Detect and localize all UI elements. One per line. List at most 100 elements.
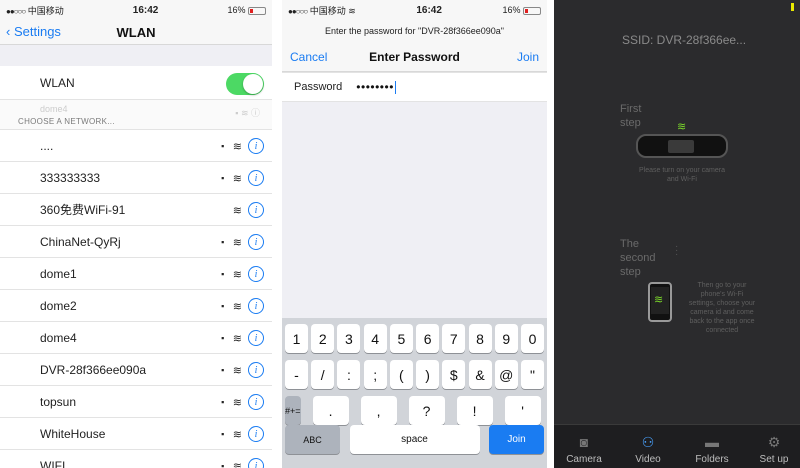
- network-row[interactable]: WhiteHouse ▪ ≋ i: [0, 418, 272, 450]
- lock-icon: ▪: [221, 141, 225, 151]
- tab-label: Camera: [566, 454, 602, 465]
- key-punctuation[interactable]: ': [504, 396, 541, 425]
- wifi-icon: ≋: [232, 428, 242, 441]
- network-row[interactable]: 360免费WiFi-91 ≋ i: [0, 194, 272, 226]
- info-icon[interactable]: i: [248, 170, 264, 186]
- network-icons: ▪ ≋ i: [219, 138, 264, 154]
- key-digit[interactable]: 5: [389, 324, 413, 353]
- network-icons: ▪ ≋ i: [219, 234, 264, 250]
- key-digit[interactable]: 6: [416, 324, 440, 353]
- key-symbol[interactable]: :: [337, 360, 361, 389]
- wlan-label: WLAN: [40, 75, 75, 90]
- page-title: WLAN: [116, 25, 156, 40]
- connected-network-icons: ▪ ≋ ⓘ: [235, 108, 260, 118]
- network-row[interactable]: .... ▪ ≋ i: [0, 130, 272, 162]
- key-symbol[interactable]: (: [389, 360, 413, 389]
- network-row[interactable]: topsun ▪ ≋ i: [0, 386, 272, 418]
- key-digit[interactable]: 7: [442, 324, 466, 353]
- info-icon[interactable]: i: [248, 266, 264, 282]
- tab-camera[interactable]: ◙ Camera: [554, 434, 614, 465]
- info-icon[interactable]: i: [248, 234, 264, 250]
- key-symbol[interactable]: ;: [363, 360, 387, 389]
- key-punctuation[interactable]: ,: [360, 396, 397, 425]
- network-row[interactable]: WIFI ▪ ≋ i: [0, 450, 272, 468]
- wlan-toggle[interactable]: [226, 73, 264, 95]
- network-row[interactable]: dome1 ▪ ≋ i: [0, 258, 272, 290]
- status-bar: ●●○○○ 中国移动 ≋ 16:42 16%: [282, 0, 547, 20]
- key-symbol[interactable]: -: [285, 360, 308, 389]
- ssid-label: SSID: DVR-28f366ee...: [622, 33, 747, 47]
- tab-setup[interactable]: ⚙ Set up: [744, 434, 800, 465]
- second-step-label: The second step: [620, 238, 656, 278]
- keyboard-row-punctuation: #+= .,?!' ⌫: [285, 396, 544, 425]
- battery-percent: 16%: [227, 5, 246, 15]
- key-abc[interactable]: ABC: [285, 425, 340, 454]
- nav-bar: Cancel Enter Password Join: [282, 42, 547, 72]
- key-more-symbols[interactable]: #+=: [285, 396, 301, 425]
- lock-icon: ▪: [221, 397, 225, 407]
- key-digit[interactable]: 1: [285, 324, 308, 353]
- punctuation-keys: .,?! ': [312, 396, 541, 425]
- camera-app-panel: SSID: DVR-28f366ee... First step ≋ Pleas…: [554, 0, 800, 468]
- password-field[interactable]: ••••••••: [356, 80, 396, 94]
- tab-video[interactable]: ⚇ Video: [618, 434, 678, 465]
- key-punctuation[interactable]: !: [456, 396, 493, 425]
- status-bar: [554, 0, 800, 14]
- key-space[interactable]: space: [349, 425, 480, 454]
- network-name: WhiteHouse: [40, 426, 106, 441]
- carrier: ●●○○○ 中国移动 ≋: [288, 4, 356, 17]
- key-digit[interactable]: 8: [468, 324, 492, 353]
- wifi-icon: ≋: [232, 172, 242, 185]
- key-punctuation[interactable]: .: [312, 396, 349, 425]
- status-bar: ●●○○○ 中国移动 16:42 16%: [0, 0, 272, 20]
- key-digit[interactable]: 4: [363, 324, 387, 353]
- network-icons: ▪ ≋ i: [219, 426, 264, 442]
- connected-network-row[interactable]: dome4 ▪ ≋ ⓘ CHOOSE A NETWORK...: [0, 100, 272, 130]
- connected-network-name: dome4: [40, 104, 68, 114]
- info-icon[interactable]: i: [248, 202, 264, 218]
- info-icon[interactable]: i: [248, 394, 264, 410]
- key-digit[interactable]: 9: [494, 324, 518, 353]
- info-icon[interactable]: i: [248, 330, 264, 346]
- battery-icon: [791, 3, 794, 11]
- key-symbol[interactable]: ): [416, 360, 440, 389]
- keyboard-row-symbols: - /:;() $ & @ ": [285, 360, 544, 389]
- battery-percent: 16%: [502, 5, 521, 15]
- info-icon[interactable]: i: [248, 298, 264, 314]
- info-icon[interactable]: i: [248, 458, 264, 468]
- info-icon[interactable]: i: [248, 138, 264, 154]
- tab-folders[interactable]: ▬ Folders: [682, 434, 742, 465]
- key-symbol[interactable]: ": [520, 360, 544, 389]
- network-icons: ▪ ≋ i: [219, 266, 264, 282]
- network-row[interactable]: ChinaNet-QyRj ▪ ≋ i: [0, 226, 272, 258]
- status-right: 16%: [227, 5, 266, 15]
- carrier-name: 中国移动: [309, 5, 346, 16]
- key-punctuation[interactable]: ?: [408, 396, 445, 425]
- key-symbol[interactable]: @: [494, 360, 518, 389]
- info-icon[interactable]: i: [248, 362, 264, 378]
- info-icon[interactable]: i: [248, 426, 264, 442]
- key-join[interactable]: Join: [489, 425, 544, 454]
- join-button[interactable]: Join: [517, 50, 539, 64]
- network-name: WIFI: [40, 458, 66, 468]
- key-symbol[interactable]: &: [468, 360, 492, 389]
- wifi-status-icon: ≋: [348, 5, 356, 16]
- key-symbol[interactable]: /: [311, 360, 335, 389]
- network-row[interactable]: 333333333 ▪ ≋ i: [0, 162, 272, 194]
- network-row[interactable]: dome4 ▪ ≋ i: [0, 322, 272, 354]
- network-row[interactable]: dome2 ▪ ≋ i: [0, 290, 272, 322]
- key-digit[interactable]: 3: [337, 324, 361, 353]
- lock-icon: ▪: [221, 269, 225, 279]
- lock-icon: ▪: [221, 237, 225, 247]
- network-icons: ▪ ≋ i: [219, 170, 264, 186]
- status-time: 16:42: [416, 4, 442, 16]
- key-digit[interactable]: 2: [311, 324, 335, 353]
- tab-label: Set up: [759, 454, 789, 465]
- lock-icon: ▪: [221, 365, 225, 375]
- wifi-icon: ≋: [232, 332, 242, 345]
- key-digit[interactable]: 0: [520, 324, 544, 353]
- keyboard: 1234567890 -/:;()$&@" #+= .,?!' ⌫ ABC sp…: [282, 318, 547, 468]
- network-row[interactable]: DVR-28f366ee090a ▪ ≋ i: [0, 354, 272, 386]
- network-icons: ▪ ≋ i: [219, 394, 264, 410]
- key-symbol[interactable]: $: [442, 360, 466, 389]
